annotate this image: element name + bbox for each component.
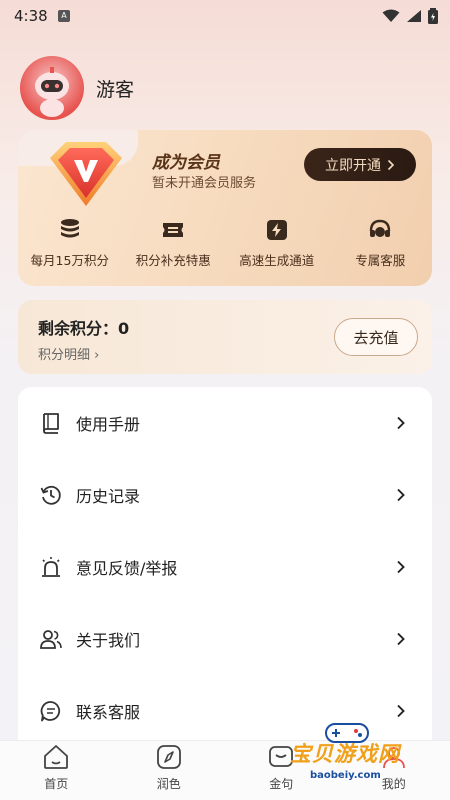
menu-item-feedback[interactable]: 意见反馈/举报: [18, 531, 432, 603]
book-icon: [43, 413, 59, 434]
vip-subtitle: 暂未开通会员服务: [152, 176, 257, 191]
benefit-points-discount: 积分补充特惠: [122, 218, 226, 269]
coins-icon: [60, 219, 79, 238]
chevron-right-icon: [397, 560, 405, 574]
headset-icon: [370, 219, 391, 237]
watermark: 宝贝游戏网 baobeiy.com: [290, 720, 450, 800]
profile-header[interactable]: 游客: [20, 55, 134, 121]
benefit-monthly-points: 每月15万积分: [18, 218, 122, 269]
tab-polish[interactable]: 润色: [113, 741, 226, 800]
status-bar: 4:38 A: [0, 0, 450, 34]
menu-item-manual[interactable]: 使用手册: [18, 387, 432, 459]
open-vip-button[interactable]: 立即开通: [304, 148, 416, 181]
home-icon: [44, 745, 69, 769]
app-notification-icon: A: [58, 10, 70, 22]
menu-label: 意见反馈/举报: [76, 559, 178, 578]
menu-label: 使用手册: [76, 415, 141, 434]
ticket-icon: [163, 223, 184, 237]
benefit-label: 积分补充特惠: [135, 253, 211, 268]
tab-label: 首页: [44, 777, 69, 791]
wifi-icon: [382, 9, 400, 22]
open-vip-label: 立即开通: [325, 157, 381, 174]
status-time: 4:38: [14, 7, 48, 25]
lightning-icon: [266, 220, 287, 240]
watermark-text: 宝贝游戏网: [290, 742, 400, 766]
compass-icon: [156, 745, 181, 769]
vip-diamond-icon: [50, 142, 122, 206]
tab-label: 润色: [156, 777, 181, 791]
points-card: 剩余积分：0 积分明细 › 去充值: [18, 300, 432, 374]
chevron-right-icon: [397, 704, 405, 718]
benefit-label: 每月15万积分: [30, 253, 109, 268]
benefit-exclusive-service: 专属客服: [329, 218, 433, 269]
benefit-label: 专属客服: [355, 253, 406, 268]
benefit-label: 高速生成通道: [239, 253, 315, 268]
alarm-icon: [42, 557, 60, 577]
remaining-points: 剩余积分：0: [38, 319, 130, 338]
chevron-right-icon: [397, 416, 405, 430]
vip-title: 成为会员: [152, 153, 220, 173]
vip-card[interactable]: 成为会员 暂未开通会员服务 立即开通 每月15万积分 积分补充特惠 高速生成通道…: [18, 130, 432, 286]
people-icon: [40, 630, 62, 649]
vip-benefits: 每月15万积分 积分补充特惠 高速生成通道 专属客服: [18, 218, 432, 269]
points-detail-link[interactable]: 积分明细 ›: [38, 344, 99, 363]
chevron-right-icon: [387, 159, 395, 170]
chevron-right-icon: [397, 632, 405, 646]
tab-home[interactable]: 首页: [0, 741, 113, 800]
signal-icon: [407, 10, 421, 22]
status-icons: [382, 8, 438, 24]
menu-label: 关于我们: [76, 631, 141, 650]
history-icon: [40, 485, 61, 505]
menu-label: 联系客服: [76, 703, 141, 722]
watermark-url: baobeiy.com: [310, 770, 381, 781]
menu-item-history[interactable]: 历史记录: [18, 459, 432, 531]
avatar[interactable]: [20, 56, 84, 120]
username: 游客: [96, 78, 135, 101]
menu-label: 历史记录: [76, 487, 141, 506]
benefit-fast-channel: 高速生成通道: [225, 218, 329, 269]
menu-list: 使用手册 历史记录 意见反馈/举报 关于我们 联系客服: [18, 387, 432, 747]
battery-icon: [428, 8, 438, 24]
recharge-button[interactable]: 去充值: [334, 318, 418, 356]
robot-avatar-icon: [35, 67, 69, 117]
chat-icon: [40, 701, 61, 722]
chevron-right-icon: [397, 488, 405, 502]
menu-item-about[interactable]: 关于我们: [18, 603, 432, 675]
